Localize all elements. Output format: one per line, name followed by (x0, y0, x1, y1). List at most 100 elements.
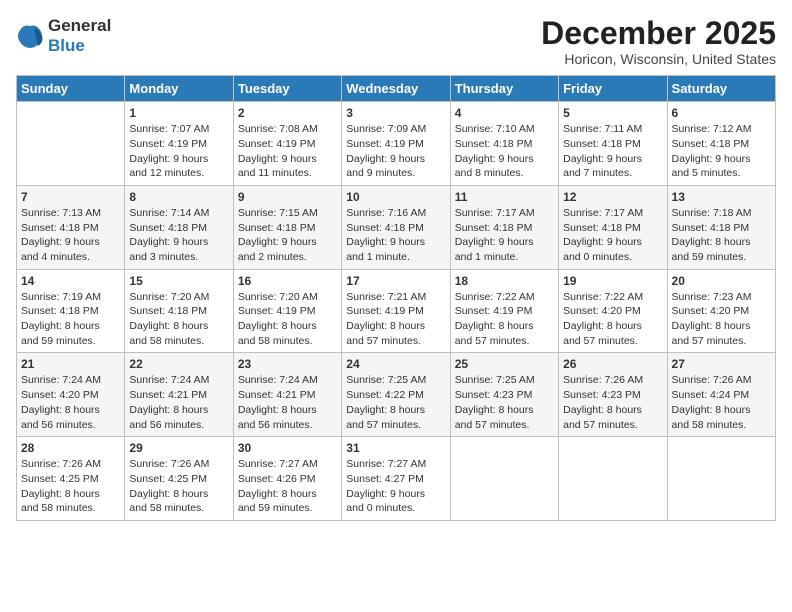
calendar-cell: 29 Sunrise: 7:26 AM Sunset: 4:25 PM Dayli… (125, 437, 233, 521)
day-detail: Sunrise: 7:26 AM Sunset: 4:23 PM Dayligh… (563, 373, 662, 432)
day-detail: Sunrise: 7:22 AM Sunset: 4:20 PM Dayligh… (563, 290, 662, 349)
day-number: 25 (455, 357, 554, 371)
day-number: 22 (129, 357, 228, 371)
calendar-cell: 20Sunrise: 7:23 AM Sunset: 4:20 PM Dayli… (667, 269, 775, 353)
week-row-1: 1Sunrise: 7:07 AM Sunset: 4:19 PM Daylig… (17, 102, 776, 186)
day-number: 10 (346, 190, 445, 204)
day-number: 31 (346, 441, 445, 455)
day-detail: Sunrise: 7:27 AM Sunset: 4:26 PM Dayligh… (238, 457, 337, 516)
header-wednesday: Wednesday (342, 76, 450, 102)
day-number: 30 (238, 441, 337, 455)
logo-general: General (48, 16, 111, 35)
calendar-cell: 10Sunrise: 7:16 AM Sunset: 4:18 PM Dayli… (342, 185, 450, 269)
day-detail: Sunrise: 7:24 AM Sunset: 4:21 PM Dayligh… (238, 373, 337, 432)
day-number: 18 (455, 274, 554, 288)
calendar-cell: 3Sunrise: 7:09 AM Sunset: 4:19 PM Daylig… (342, 102, 450, 186)
calendar-cell: 16Sunrise: 7:20 AM Sunset: 4:19 PM Dayli… (233, 269, 341, 353)
logo-icon (16, 22, 44, 50)
calendar-container: General Blue December 2025 Horicon, Wisc… (0, 0, 792, 531)
day-detail: Sunrise: 7:20 AM Sunset: 4:18 PM Dayligh… (129, 290, 228, 349)
day-number: 3 (346, 106, 445, 120)
calendar-cell: 15 Sunrise: 7:20 AM Sunset: 4:18 PM Dayli… (125, 269, 233, 353)
header: General Blue December 2025 Horicon, Wisc… (16, 16, 776, 67)
day-number: 12 (563, 190, 662, 204)
location: Horicon, Wisconsin, United States (541, 51, 776, 67)
calendar-cell: 11 Sunrise: 7:17 AM Sunset: 4:18 PM Dayli… (450, 185, 558, 269)
day-number: 7 (21, 190, 120, 204)
day-number: 2 (238, 106, 337, 120)
day-number: 5 (563, 106, 662, 120)
day-detail: Sunrise: 7:10 AM Sunset: 4:18 PM Dayligh… (455, 122, 554, 181)
day-number: 27 (672, 357, 771, 371)
calendar-cell: 12 Sunrise: 7:17 AM Sunset: 4:18 PM Dayli… (559, 185, 667, 269)
day-number: 21 (21, 357, 120, 371)
week-row-2: 7 Sunrise: 7:13 AM Sunset: 4:18 PM Daylig… (17, 185, 776, 269)
day-number: 4 (455, 106, 554, 120)
calendar-cell: 25Sunrise: 7:25 AM Sunset: 4:23 PM Dayli… (450, 353, 558, 437)
calendar-cell: 26 Sunrise: 7:26 AM Sunset: 4:23 PM Dayli… (559, 353, 667, 437)
header-thursday: Thursday (450, 76, 558, 102)
day-number: 26 (563, 357, 662, 371)
calendar-table: SundayMondayTuesdayWednesdayThursdayFrid… (16, 75, 776, 521)
calendar-cell: 18Sunrise: 7:22 AM Sunset: 4:19 PM Dayli… (450, 269, 558, 353)
day-number: 9 (238, 190, 337, 204)
calendar-cell (559, 437, 667, 521)
day-number: 24 (346, 357, 445, 371)
day-detail: Sunrise: 7:17 AM Sunset: 4:18 PM Dayligh… (455, 206, 554, 265)
day-detail: Sunrise: 7:26 AM Sunset: 4:25 PM Dayligh… (129, 457, 228, 516)
day-detail: Sunrise: 7:13 AM Sunset: 4:18 PM Dayligh… (21, 206, 120, 265)
header-monday: Monday (125, 76, 233, 102)
day-detail: Sunrise: 7:11 AM Sunset: 4:18 PM Dayligh… (563, 122, 662, 181)
week-row-5: 28 Sunrise: 7:26 AM Sunset: 4:25 PM Dayli… (17, 437, 776, 521)
calendar-cell: 31Sunrise: 7:27 AM Sunset: 4:27 PM Dayli… (342, 437, 450, 521)
calendar-cell: 23 Sunrise: 7:24 AM Sunset: 4:21 PM Dayli… (233, 353, 341, 437)
day-number: 19 (563, 274, 662, 288)
calendar-cell: 24 Sunrise: 7:25 AM Sunset: 4:22 PM Dayli… (342, 353, 450, 437)
day-detail: Sunrise: 7:14 AM Sunset: 4:18 PM Dayligh… (129, 206, 228, 265)
day-number: 17 (346, 274, 445, 288)
day-detail: Sunrise: 7:17 AM Sunset: 4:18 PM Dayligh… (563, 206, 662, 265)
week-row-3: 14 Sunrise: 7:19 AM Sunset: 4:18 PM Dayli… (17, 269, 776, 353)
logo-blue: Blue (48, 36, 85, 55)
calendar-cell: 6 Sunrise: 7:12 AM Sunset: 4:18 PM Daylig… (667, 102, 775, 186)
day-detail: Sunrise: 7:19 AM Sunset: 4:18 PM Dayligh… (21, 290, 120, 349)
calendar-cell: 28Sunrise: 7:26 AM Sunset: 4:25 PM Dayli… (17, 437, 125, 521)
day-number: 8 (129, 190, 228, 204)
day-detail: Sunrise: 7:26 AM Sunset: 4:24 PM Dayligh… (672, 373, 771, 432)
calendar-cell: 13 Sunrise: 7:18 AM Sunset: 4:18 PM Dayli… (667, 185, 775, 269)
header-saturday: Saturday (667, 76, 775, 102)
day-detail: Sunrise: 7:15 AM Sunset: 4:18 PM Dayligh… (238, 206, 337, 265)
day-detail: Sunrise: 7:18 AM Sunset: 4:18 PM Dayligh… (672, 206, 771, 265)
month-title: December 2025 (541, 16, 776, 51)
calendar-cell: 9 Sunrise: 7:15 AM Sunset: 4:18 PM Daylig… (233, 185, 341, 269)
calendar-cell: 30 Sunrise: 7:27 AM Sunset: 4:26 PM Dayli… (233, 437, 341, 521)
calendar-cell (450, 437, 558, 521)
header-sunday: Sunday (17, 76, 125, 102)
calendar-cell: 17Sunrise: 7:21 AM Sunset: 4:19 PM Dayli… (342, 269, 450, 353)
calendar-cell: 4 Sunrise: 7:10 AM Sunset: 4:18 PM Daylig… (450, 102, 558, 186)
day-number: 23 (238, 357, 337, 371)
day-number: 13 (672, 190, 771, 204)
day-detail: Sunrise: 7:24 AM Sunset: 4:20 PM Dayligh… (21, 373, 120, 432)
calendar-cell: 21 Sunrise: 7:24 AM Sunset: 4:20 PM Dayli… (17, 353, 125, 437)
calendar-cell: 27 Sunrise: 7:26 AM Sunset: 4:24 PM Dayli… (667, 353, 775, 437)
calendar-cell: 2Sunrise: 7:08 AM Sunset: 4:19 PM Daylig… (233, 102, 341, 186)
day-detail: Sunrise: 7:12 AM Sunset: 4:18 PM Dayligh… (672, 122, 771, 181)
day-detail: Sunrise: 7:07 AM Sunset: 4:19 PM Dayligh… (129, 122, 228, 181)
day-detail: Sunrise: 7:20 AM Sunset: 4:19 PM Dayligh… (238, 290, 337, 349)
calendar-cell: 8 Sunrise: 7:14 AM Sunset: 4:18 PM Daylig… (125, 185, 233, 269)
calendar-cell (667, 437, 775, 521)
day-number: 15 (129, 274, 228, 288)
day-detail: Sunrise: 7:25 AM Sunset: 4:22 PM Dayligh… (346, 373, 445, 432)
title-block: December 2025 Horicon, Wisconsin, United… (541, 16, 776, 67)
calendar-cell: 22 Sunrise: 7:24 AM Sunset: 4:21 PM Dayli… (125, 353, 233, 437)
day-number: 6 (672, 106, 771, 120)
calendar-cell: 1Sunrise: 7:07 AM Sunset: 4:19 PM Daylig… (125, 102, 233, 186)
calendar-header-row: SundayMondayTuesdayWednesdayThursdayFrid… (17, 76, 776, 102)
day-number: 20 (672, 274, 771, 288)
day-number: 14 (21, 274, 120, 288)
day-detail: Sunrise: 7:24 AM Sunset: 4:21 PM Dayligh… (129, 373, 228, 432)
day-number: 29 (129, 441, 228, 455)
day-number: 28 (21, 441, 120, 455)
day-number: 11 (455, 190, 554, 204)
